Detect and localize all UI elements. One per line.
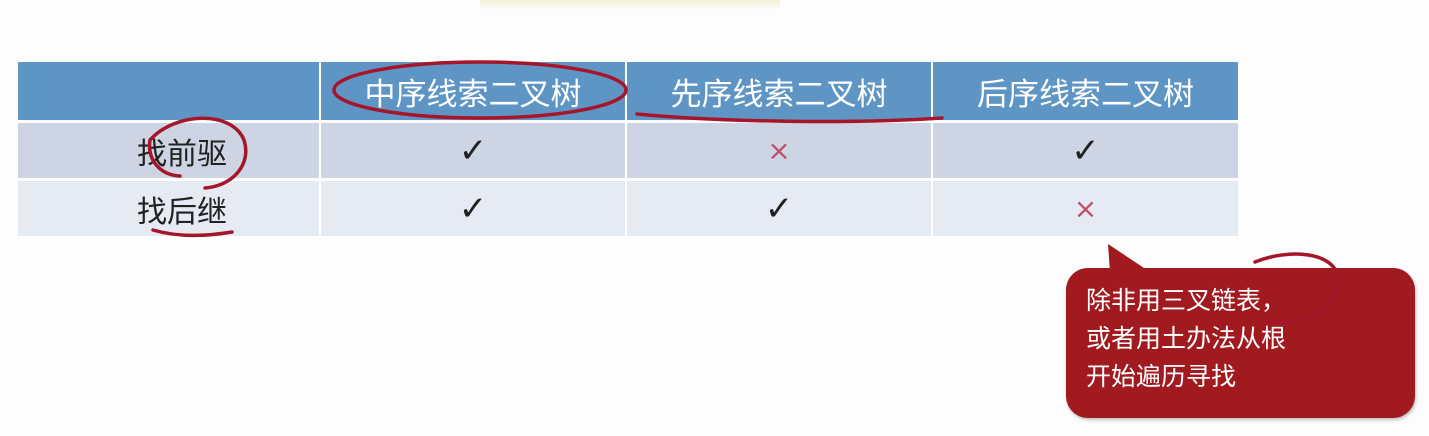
- callout-text: 除非用三叉链表， 或者用土办法从根 开始遍历寻找: [1086, 286, 1287, 391]
- slide: 中序线索二叉树 先序线索二叉树 后序线索二叉树 找前驱 ✓ × ✓ 找后继 ✓ …: [0, 0, 1429, 436]
